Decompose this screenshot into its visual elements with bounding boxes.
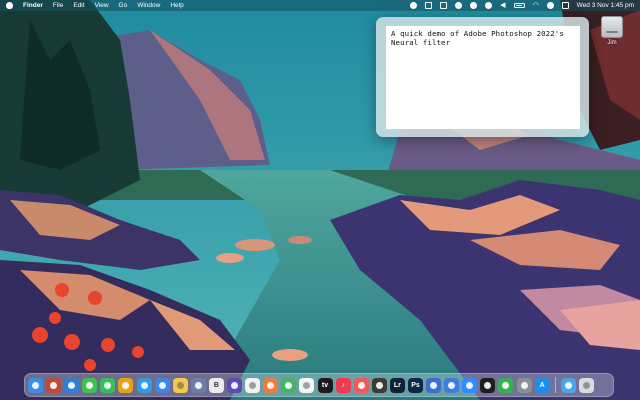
focus-icon[interactable]: [470, 2, 478, 9]
dock-separator: [554, 377, 556, 393]
notes-symbol: [176, 381, 184, 389]
status-item-icon[interactable]: [410, 2, 418, 9]
dock: Btv ♪ Lr Ps A: [24, 373, 614, 397]
finder-icon[interactable]: [28, 377, 43, 393]
twitter-icon[interactable]: [136, 377, 152, 393]
volume-icon[interactable]: ◀: [500, 2, 505, 9]
photos-icon[interactable]: [263, 377, 279, 393]
control-center-icon[interactable]: [561, 2, 569, 9]
sticky-note-paper[interactable]: A quick demo of Adobe Photoshop 2022's N…: [386, 26, 580, 129]
photoshop-glyph: Ps: [411, 381, 420, 389]
xcode-symbol: [448, 381, 456, 389]
bbedit-glyph: B: [213, 381, 219, 389]
bbedit-icon[interactable]: B: [208, 377, 224, 393]
menu-go[interactable]: Go: [119, 2, 128, 9]
desktop-drive-item[interactable]: Jim: [598, 16, 626, 46]
music-glyph: ♪: [341, 381, 345, 389]
safari-symbol: [68, 381, 76, 389]
finalcut-symbol: [375, 381, 383, 389]
calendar-symbol: [249, 381, 257, 389]
menu-app-name[interactable]: Finder: [23, 2, 43, 9]
whatsapp-icon[interactable]: [100, 377, 116, 393]
mail-symbol: [158, 381, 166, 389]
clock-icon[interactable]: [480, 377, 496, 393]
menu-bar-left: Finder File Edit View Go Window Help: [6, 2, 194, 9]
app-store-icon[interactable]: A: [534, 377, 550, 393]
finder-symbol: [32, 381, 39, 389]
messages-icon[interactable]: [82, 377, 98, 393]
desktop-drive-label: Jim: [607, 40, 617, 46]
spotlight-icon[interactable]: [546, 2, 554, 9]
preview-symbol: [194, 381, 202, 389]
lightroom-glyph: Lr: [393, 381, 401, 389]
zoom-symbol: [466, 381, 474, 389]
menu-bar-right: ◀ ◠ Wed 3 Nov 1:45 pm: [402, 2, 634, 9]
screen-record-icon[interactable]: [440, 2, 448, 9]
fullscreen-icon[interactable]: [425, 2, 433, 9]
messages-symbol: [86, 381, 94, 389]
launchpad-symbol: [50, 381, 58, 389]
photos-symbol: [267, 381, 275, 389]
news-symbol: [357, 381, 365, 389]
lightroom-icon[interactable]: Lr: [389, 377, 405, 393]
menu-view[interactable]: View: [95, 2, 109, 9]
maps-icon[interactable]: [281, 377, 297, 393]
appletv-glyph: tv: [321, 381, 329, 389]
protonvpn-symbol: [231, 381, 239, 389]
app-store-glyph: A: [539, 381, 545, 389]
numbers-symbol: [502, 381, 510, 389]
wifi-icon[interactable]: ◠: [533, 2, 539, 9]
launchpad-icon[interactable]: [46, 377, 62, 393]
menu-clock[interactable]: Wed 3 Nov 1:45 pm: [577, 2, 634, 9]
menu-window[interactable]: Window: [137, 2, 160, 9]
photoshop-icon[interactable]: Ps: [407, 377, 423, 393]
bluetooth-icon[interactable]: [485, 2, 493, 9]
preview-icon[interactable]: [190, 377, 206, 393]
zoom-icon[interactable]: [462, 377, 478, 393]
superstar-symbol: [122, 381, 130, 389]
xcode-icon[interactable]: [444, 377, 460, 393]
menu-help[interactable]: Help: [170, 2, 183, 9]
system-preferences-symbol: [520, 381, 528, 389]
finalcut-icon[interactable]: [371, 377, 387, 393]
twitter-symbol: [140, 381, 148, 389]
pixelmator-icon[interactable]: [426, 377, 442, 393]
apple-menu-icon[interactable]: [6, 2, 13, 9]
downloads-folder-symbol: [564, 381, 572, 389]
clock-symbol: [484, 381, 492, 389]
menu-edit[interactable]: Edit: [73, 2, 84, 9]
downloads-folder-icon[interactable]: [560, 377, 576, 393]
protonvpn-icon[interactable]: [227, 377, 243, 393]
news-icon[interactable]: [353, 377, 369, 393]
sticky-note-window[interactable]: A quick demo of Adobe Photoshop 2022's N…: [376, 17, 589, 137]
mail-icon[interactable]: [154, 377, 170, 393]
numbers-icon[interactable]: [498, 377, 514, 393]
trash-symbol: [582, 381, 590, 389]
menu-file[interactable]: File: [53, 2, 63, 9]
whatsapp-symbol: [104, 381, 112, 389]
trash-icon[interactable]: [578, 377, 594, 393]
reminders-symbol: [303, 381, 311, 389]
system-preferences-icon[interactable]: [516, 377, 532, 393]
music-icon[interactable]: ♪: [335, 377, 351, 393]
safari-icon[interactable]: [64, 377, 80, 393]
hard-drive-icon: [601, 16, 623, 38]
superstar-icon[interactable]: [118, 377, 134, 393]
maps-symbol: [285, 381, 293, 389]
appletv-icon[interactable]: tv: [317, 377, 333, 393]
calendar-icon[interactable]: [245, 377, 261, 393]
sticky-note-text[interactable]: A quick demo of Adobe Photoshop 2022's N…: [386, 26, 580, 47]
battery-icon[interactable]: [513, 3, 525, 8]
reminders-icon[interactable]: [299, 377, 315, 393]
menu-bar: Finder File Edit View Go Window Help ◀ ◠…: [0, 0, 640, 11]
pixelmator-symbol: [430, 381, 438, 389]
vpn-icon[interactable]: [455, 2, 463, 9]
notes-icon[interactable]: [172, 377, 188, 393]
